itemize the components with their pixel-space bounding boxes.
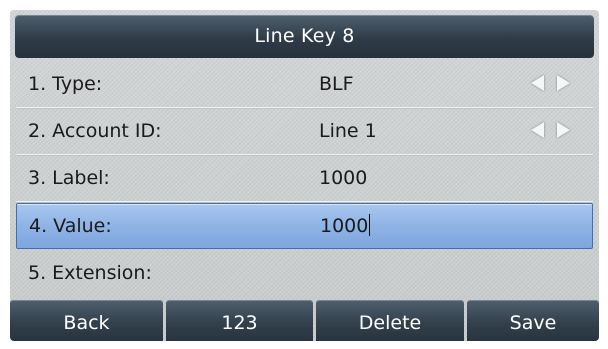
text-cursor xyxy=(369,213,371,236)
triangle-left-icon[interactable] xyxy=(531,75,544,91)
input-mode-button[interactable]: 123 xyxy=(166,300,313,341)
delete-button[interactable]: Delete xyxy=(316,300,464,341)
field-value: 1000 xyxy=(320,215,369,237)
field-row-type[interactable]: 1. Type: BLF xyxy=(16,61,593,107)
softkey-bar: Back 123 Delete Save xyxy=(10,300,599,341)
field-row-label[interactable]: 3. Label: 1000 xyxy=(16,155,593,201)
value-input[interactable]: 1000 xyxy=(320,204,371,248)
field-row-value[interactable]: 4. Value: 1000 xyxy=(16,203,593,249)
save-button[interactable]: Save xyxy=(467,300,599,341)
back-button[interactable]: Back xyxy=(10,300,163,341)
triangle-left-icon[interactable] xyxy=(531,122,544,138)
field-label: 4. Value: xyxy=(29,215,112,237)
row-divider xyxy=(16,201,593,202)
field-label: 3. Label: xyxy=(28,167,110,189)
triangle-right-icon[interactable] xyxy=(557,75,570,91)
phone-screen: Line Key 8 1. Type: BLF 2. Account ID: L… xyxy=(10,10,599,341)
field-label: 1. Type: xyxy=(28,73,103,95)
field-value: BLF xyxy=(319,73,354,95)
field-row-account-id[interactable]: 2. Account ID: Line 1 xyxy=(16,108,593,154)
triangle-right-icon[interactable] xyxy=(557,122,570,138)
option-switcher[interactable] xyxy=(527,122,575,140)
field-value: 1000 xyxy=(319,167,368,189)
field-value: Line 1 xyxy=(319,120,377,142)
field-row-extension[interactable]: 5. Extension: xyxy=(16,250,593,296)
page-title: Line Key 8 xyxy=(15,15,594,58)
option-switcher[interactable] xyxy=(527,75,575,93)
field-label: 2. Account ID: xyxy=(28,120,162,142)
field-label: 5. Extension: xyxy=(28,262,152,284)
